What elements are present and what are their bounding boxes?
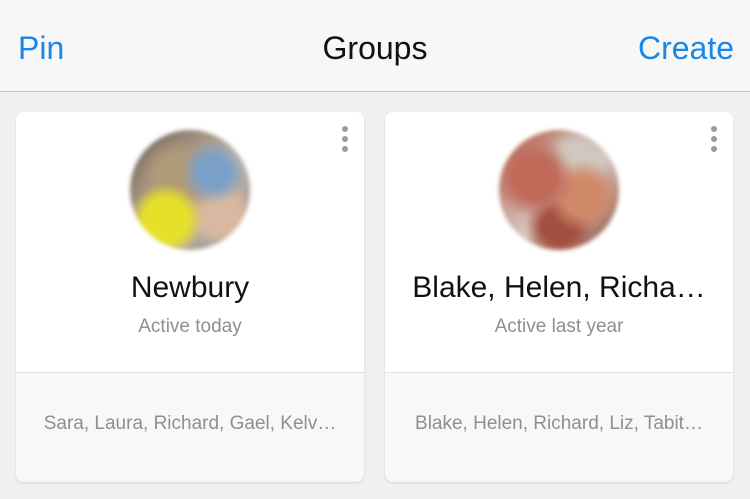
group-members: Blake, Helen, Richard, Liz, Tabit… [415,413,703,434]
group-card-header: Blake, Helen, Richa… Active last year [385,112,733,372]
group-avatar [130,130,250,250]
group-members: Sara, Laura, Richard, Gael, Kelv… [43,413,337,434]
group-name: Newbury [130,271,250,304]
create-button[interactable]: Create [638,26,734,70]
more-options-icon[interactable] [340,126,350,156]
group-card-footer: Sara, Laura, Richard, Gael, Kelv… [16,372,364,482]
more-options-icon[interactable] [709,126,719,156]
group-avatar [499,130,619,250]
group-status: Active last year [494,316,624,337]
group-card-footer: Blake, Helen, Richard, Liz, Tabit… [385,372,733,482]
group-card-header: Newbury Active today [16,112,364,372]
navigation-bar: Pin Groups Create [0,0,750,92]
group-name: Blake, Helen, Richa… [412,271,706,304]
group-status: Active today [138,316,242,337]
group-card-blake-helen-richard[interactable]: Blake, Helen, Richa… Active last year Bl… [385,112,733,482]
group-card-newbury[interactable]: Newbury Active today Sara, Laura, Richar… [16,112,364,482]
